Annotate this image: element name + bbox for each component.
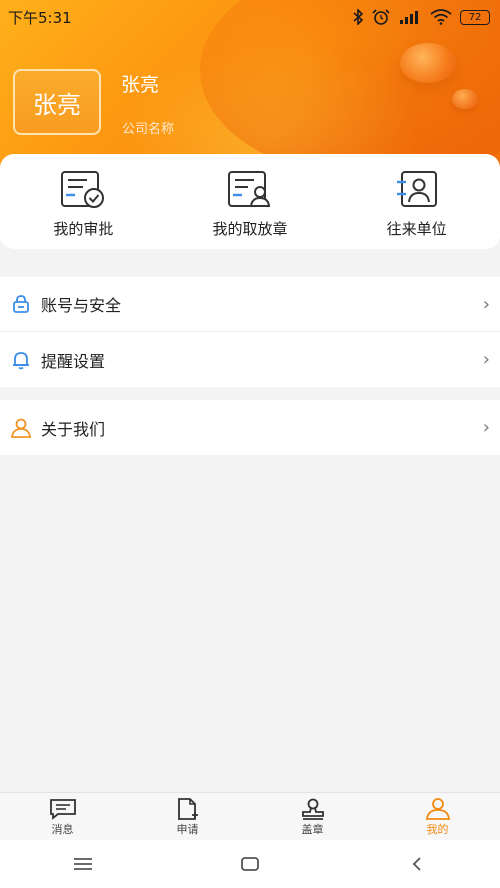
apply-icon [177,798,198,820]
chevron-right-icon: › [482,293,490,315]
system-nav-bar [0,840,500,888]
home-square-icon [241,857,259,871]
menu-item-label: 关于我们 [41,419,106,439]
contacts-icon [396,171,437,207]
message-icon [49,799,76,820]
bottom-tab-bar: 消息 申请 盖章 我的 [0,792,500,840]
quick-actions-card: 我的审批 我的取放章 往来单位 [0,154,500,249]
seal-pickup-icon [227,171,271,207]
tab-label: 我的 [426,823,449,836]
alarm-icon [372,9,390,25]
tab-mine[interactable]: 我的 [375,793,500,840]
menu-item-reminder-settings[interactable]: 提醒设置 › [0,332,500,387]
menu-item-label: 账号与安全 [41,296,122,315]
avatar[interactable]: 张亮 [13,69,101,135]
chevron-right-icon: › [482,417,490,438]
menu-item-label: 提醒设置 [41,351,106,371]
user-name: 张亮 [121,74,160,96]
back-nav-button[interactable] [357,856,477,872]
signal-icon [400,11,418,24]
quick-action-approval[interactable]: 我的审批 [3,170,163,239]
back-icon [412,857,421,871]
battery-icon: 72 [460,9,490,25]
quick-action-label: 我的审批 [53,220,114,238]
quick-action-contacts[interactable]: 往来单位 [337,170,497,239]
menu-group-about: 关于我们 › [0,400,500,455]
tab-stamp[interactable]: 盖章 [250,793,375,840]
chevron-right-icon: › [482,349,490,370]
bell-icon [9,348,33,372]
tab-messages[interactable]: 消息 [0,793,125,840]
status-time: 下午5:31 [8,8,72,27]
company-name: 公司名称 [122,122,175,137]
status-bar: 下午5:31 72 [0,0,500,34]
person-icon [9,416,33,440]
quick-action-label: 往来单位 [386,220,447,238]
user-icon [425,798,450,820]
approval-icon [61,171,105,208]
wifi-icon [430,9,452,25]
stamp-icon [301,798,324,820]
decor-ball-small [452,89,478,109]
menu-item-about-us[interactable]: 关于我们 › [0,400,500,455]
tab-apply[interactable]: 申请 [125,793,250,840]
decor-ball-large [400,43,456,83]
bluetooth-icon [353,9,364,25]
quick-action-label: 我的取放章 [212,220,288,238]
home-nav-button[interactable] [190,856,310,872]
menu-nav-button[interactable] [23,857,143,871]
tab-label: 消息 [51,823,74,836]
menu-item-account-security[interactable]: 账号与安全 › [0,277,500,332]
lock-icon [9,292,33,316]
quick-action-seal-pickup[interactable]: 我的取放章 [170,170,330,239]
status-icons: 72 [352,9,490,25]
hamburger-icon [74,858,93,870]
tab-label: 盖章 [301,823,324,836]
tab-label: 申请 [176,823,199,836]
menu-group-settings: 账号与安全 › 提醒设置 › [0,277,500,387]
